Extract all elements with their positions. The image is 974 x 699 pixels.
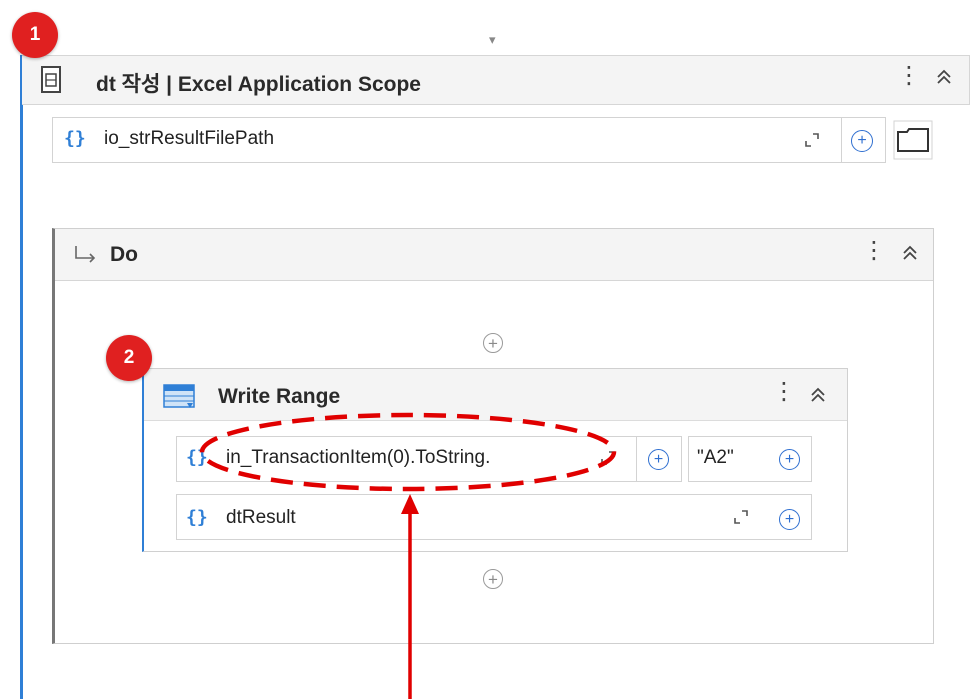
annotation-dashed-ellipse xyxy=(199,412,617,492)
annotation-badge-1: 1 xyxy=(12,12,58,58)
annotation-badge-2: 2 xyxy=(106,335,152,381)
annotation-arrow-head xyxy=(401,494,419,514)
